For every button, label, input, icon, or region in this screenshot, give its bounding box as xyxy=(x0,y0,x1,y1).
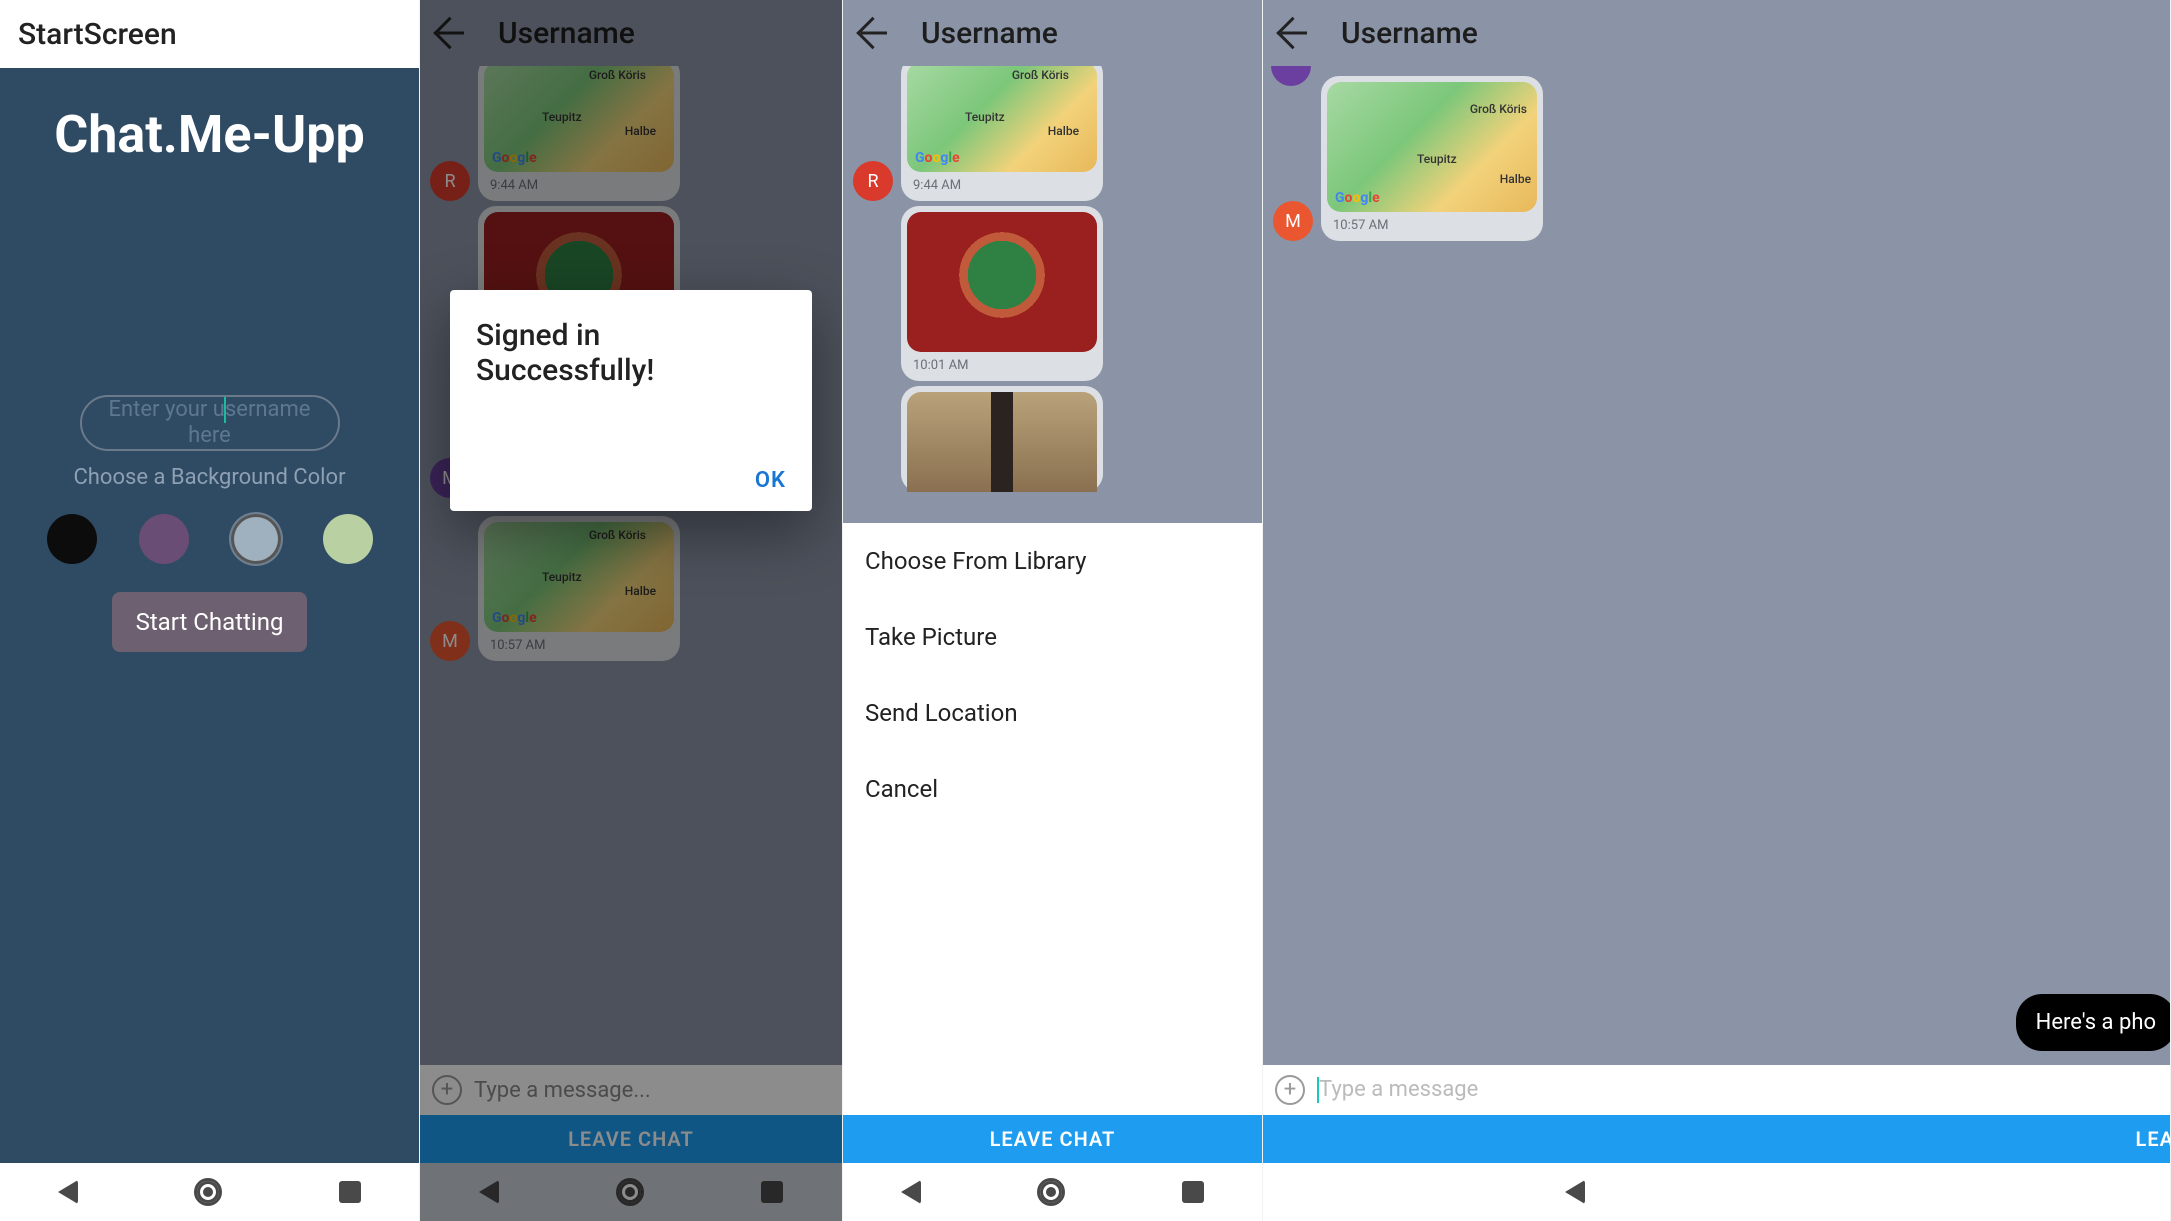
chat-body: R Groß Köris Teupitz Halbe Google 9:44 A… xyxy=(420,66,842,1221)
android-navbar xyxy=(843,1163,1262,1221)
chat-screen-typing: Username M Groß Köris Teupitz Halbe Goog… xyxy=(1263,0,2171,1221)
timestamp: 10:57 AM xyxy=(484,636,674,655)
choose-color-label: Choose a Background Color xyxy=(73,465,345,490)
timestamp: 10:01 AM xyxy=(907,356,1097,375)
sheet-item-take-picture[interactable]: Take Picture xyxy=(843,599,1262,675)
nav-home-icon[interactable] xyxy=(616,1178,644,1206)
chat-body: M Groß Köris Teupitz Halbe Google 10:57 … xyxy=(1263,66,2170,1221)
chat-title: Username xyxy=(921,16,1058,51)
photo-image xyxy=(907,392,1097,492)
message-bubble[interactable] xyxy=(901,386,1103,492)
message-bubble[interactable]: Groß Köris Teupitz Halbe Google 10:57 AM xyxy=(1321,76,1543,241)
android-navbar xyxy=(1263,1163,2170,1221)
chat-header: Username xyxy=(420,0,842,66)
message-input-row: + Type a message... xyxy=(420,1065,842,1115)
timestamp: 9:44 AM xyxy=(907,176,1097,195)
chat-header: Username xyxy=(843,0,1262,66)
message-input-placeholder[interactable]: Type a message... xyxy=(474,1078,651,1103)
message-input-row: + Type a message xyxy=(1263,1065,2170,1115)
message-row: R Groß Köris Teupitz Halbe Google 9:44 A… xyxy=(853,66,1103,201)
leave-chat-button[interactable]: LEA xyxy=(1263,1115,2170,1163)
message-row: 10:01 AM xyxy=(901,206,1103,381)
nav-home-icon[interactable] xyxy=(1037,1178,1065,1206)
leave-chat-button[interactable]: LEAVE CHAT xyxy=(420,1115,842,1163)
google-logo: Google xyxy=(492,610,537,626)
color-swatch-black[interactable] xyxy=(47,514,97,564)
start-screen-body: Chat.Me-Upp Enter your username here Cho… xyxy=(0,68,419,1163)
google-logo: Google xyxy=(915,150,960,166)
message-bubble[interactable]: Groß Köris Teupitz Halbe Google 10:57 AM xyxy=(478,516,680,661)
text-caret xyxy=(224,397,226,423)
timestamp: 9:44 AM xyxy=(484,176,674,195)
message-row xyxy=(901,386,1103,492)
message-bubble[interactable]: 10:01 AM xyxy=(901,206,1103,381)
message-row: R Groß Köris Teupitz Halbe Google 9:44 A… xyxy=(430,66,680,201)
color-swatch-green[interactable] xyxy=(323,514,373,564)
nav-recents-icon[interactable] xyxy=(339,1181,361,1203)
start-screen: StartScreen Chat.Me-Upp Enter your usern… xyxy=(0,0,420,1221)
nav-home-icon[interactable] xyxy=(194,1178,222,1206)
sheet-item-send-location[interactable]: Send Location xyxy=(843,675,1262,751)
nav-back-icon[interactable] xyxy=(58,1180,78,1204)
chat-screen-signed-in: Username R Groß Köris Teupitz Halbe Goog… xyxy=(420,0,843,1221)
chat-title: Username xyxy=(1341,16,1478,51)
back-arrow-icon[interactable] xyxy=(434,16,468,50)
chat-body: R Groß Köris Teupitz Halbe Google 9:44 A… xyxy=(843,66,1262,1221)
chat-screen-action-sheet: Username R Groß Köris Teupitz Halbe Goog… xyxy=(843,0,1263,1221)
message-bubble[interactable]: Groß Köris Teupitz Halbe Google 9:44 AM xyxy=(901,66,1103,201)
username-input[interactable]: Enter your username here xyxy=(80,395,340,451)
sheet-item-library[interactable]: Choose From Library xyxy=(843,523,1262,599)
start-chatting-button[interactable]: Start Chatting xyxy=(112,592,308,652)
map-image: Groß Köris Teupitz Halbe Google xyxy=(484,66,674,172)
statusbar-title: StartScreen xyxy=(0,0,419,68)
dialog-title: Signed in Successfully! xyxy=(476,318,786,388)
nav-back-icon[interactable] xyxy=(901,1180,921,1204)
dialog-ok-button[interactable]: OK xyxy=(476,468,786,493)
signed-in-dialog: Signed in Successfully! OK xyxy=(450,290,812,511)
avatar: R xyxy=(853,161,893,201)
avatar: M xyxy=(430,621,470,661)
message-input[interactable]: Type a message xyxy=(1317,1077,1478,1103)
username-placeholder: Enter your username here xyxy=(109,397,311,448)
android-navbar xyxy=(0,1163,419,1221)
chat-header: Username xyxy=(1263,0,2170,66)
outgoing-message-bubble[interactable]: Here's a pho xyxy=(2016,994,2170,1051)
avatar: M xyxy=(1273,201,1313,241)
attachment-action-sheet: Choose From Library Take Picture Send Lo… xyxy=(843,523,1262,1115)
map-image: Groß Köris Teupitz Halbe Google xyxy=(907,66,1097,172)
attach-plus-icon[interactable]: + xyxy=(432,1075,462,1105)
attach-plus-icon[interactable]: + xyxy=(1275,1075,1305,1105)
map-image: Groß Köris Teupitz Halbe Google xyxy=(1327,82,1537,212)
nav-recents-icon[interactable] xyxy=(761,1181,783,1203)
back-arrow-icon[interactable] xyxy=(857,16,891,50)
message-bubble[interactable]: Groß Köris Teupitz Halbe Google 9:44 AM xyxy=(478,66,680,201)
android-navbar xyxy=(420,1163,842,1221)
back-arrow-icon[interactable] xyxy=(1277,16,1311,50)
nav-recents-icon[interactable] xyxy=(1182,1181,1204,1203)
chat-title: Username xyxy=(498,16,635,51)
google-logo: Google xyxy=(492,150,537,166)
color-swatch-purple[interactable] xyxy=(139,514,189,564)
region-map-image xyxy=(907,212,1097,352)
timestamp: 10:57 AM xyxy=(1327,216,1537,235)
nav-back-icon[interactable] xyxy=(479,1180,499,1204)
map-image: Groß Köris Teupitz Halbe Google xyxy=(484,522,674,632)
avatar: R xyxy=(430,161,470,201)
color-swatch-bluegray[interactable] xyxy=(231,514,281,564)
app-title: Chat.Me-Upp xyxy=(54,104,365,165)
message-row: M Groß Köris Teupitz Halbe Google 10:57 … xyxy=(430,516,680,661)
sheet-item-cancel[interactable]: Cancel xyxy=(843,751,1262,827)
message-row: M Groß Köris Teupitz Halbe Google 10:57 … xyxy=(1273,76,1543,241)
google-logo: Google xyxy=(1335,190,1380,206)
color-swatches xyxy=(47,514,373,564)
nav-back-icon[interactable] xyxy=(1565,1180,1585,1204)
leave-chat-button[interactable]: LEAVE CHAT xyxy=(843,1115,1262,1163)
